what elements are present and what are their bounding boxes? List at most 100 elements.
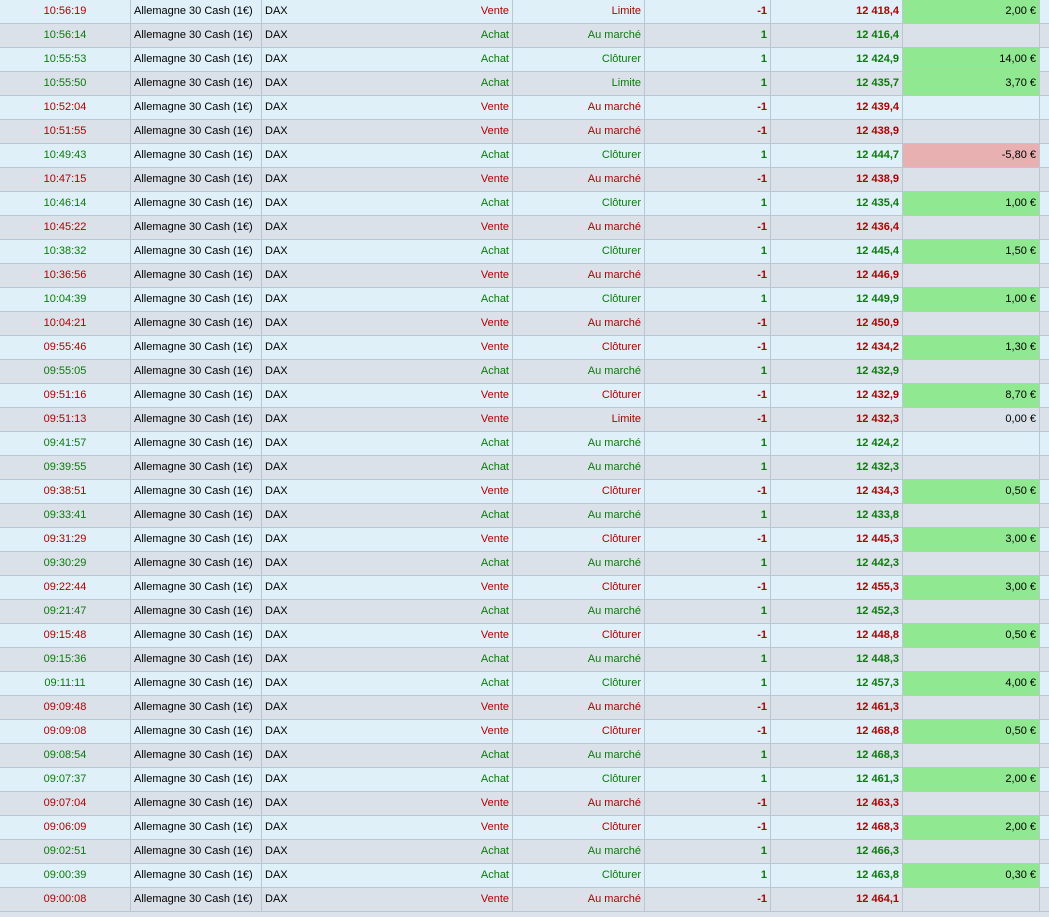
time-cell: 10:55:50 [0,72,131,95]
table-row[interactable]: 09:30:29 Allemagne 30 Cash (1€) DAX Acha… [0,552,1049,576]
empty-cell [1040,192,1049,215]
table-row[interactable]: 10:46:14 Allemagne 30 Cash (1€) DAX Acha… [0,192,1049,216]
market-label: DAX [265,29,288,41]
side-label: Achat [480,461,509,473]
table-row[interactable]: 09:07:04 Allemagne 30 Cash (1€) DAX Vent… [0,792,1049,816]
empty-cell [1040,624,1049,647]
trade-history-table: 10:56:19 Allemagne 30 Cash (1€) DAX Vent… [0,0,1049,912]
pnl-cell: 3,00 € [903,528,1040,551]
quantity-cell: 1 [645,648,771,671]
instrument-cell: Allemagne 30 Cash (1€) [131,360,262,383]
table-row[interactable]: 10:52:04 Allemagne 30 Cash (1€) DAX Vent… [0,96,1049,120]
table-row[interactable]: 10:45:22 Allemagne 30 Cash (1€) DAX Vent… [0,216,1049,240]
pnl-cell [903,696,1040,719]
side-label: Achat [480,293,509,305]
table-row[interactable]: 09:55:46 Allemagne 30 Cash (1€) DAX Vent… [0,336,1049,360]
market-label: DAX [265,797,288,809]
pnl-cell: 0,50 € [903,624,1040,647]
table-row[interactable]: 10:49:43 Allemagne 30 Cash (1€) DAX Acha… [0,144,1049,168]
market-label: DAX [265,245,288,257]
pnl-cell [903,120,1040,143]
table-row[interactable]: 09:15:36 Allemagne 30 Cash (1€) DAX Acha… [0,648,1049,672]
quantity-cell: 1 [645,432,771,455]
pnl-cell: -5,80 € [903,144,1040,167]
market-label: DAX [265,197,288,209]
table-row[interactable]: 09:06:09 Allemagne 30 Cash (1€) DAX Vent… [0,816,1049,840]
table-row[interactable]: 09:09:48 Allemagne 30 Cash (1€) DAX Vent… [0,696,1049,720]
order-type-cell: Clôturer [513,672,645,695]
table-row[interactable]: 10:47:15 Allemagne 30 Cash (1€) DAX Vent… [0,168,1049,192]
market-side-cell: DAX Achat [262,24,513,47]
table-row[interactable]: 09:09:08 Allemagne 30 Cash (1€) DAX Vent… [0,720,1049,744]
pnl-cell: 3,70 € [903,72,1040,95]
table-row[interactable]: 10:04:39 Allemagne 30 Cash (1€) DAX Acha… [0,288,1049,312]
price-cell: 12 461,3 [771,768,903,791]
table-row[interactable]: 09:38:51 Allemagne 30 Cash (1€) DAX Vent… [0,480,1049,504]
market-label: DAX [265,269,288,281]
pnl-cell [903,168,1040,191]
empty-cell [1040,696,1049,719]
empty-cell [1040,0,1049,23]
table-row[interactable]: 10:36:56 Allemagne 30 Cash (1€) DAX Vent… [0,264,1049,288]
time-cell: 09:30:29 [0,552,131,575]
empty-cell [1040,264,1049,287]
table-row[interactable]: 10:55:53 Allemagne 30 Cash (1€) DAX Acha… [0,48,1049,72]
table-row[interactable]: 09:55:05 Allemagne 30 Cash (1€) DAX Acha… [0,360,1049,384]
table-row[interactable]: 09:11:11 Allemagne 30 Cash (1€) DAX Acha… [0,672,1049,696]
market-label: DAX [265,581,288,593]
table-row[interactable]: 09:22:44 Allemagne 30 Cash (1€) DAX Vent… [0,576,1049,600]
pnl-cell [903,792,1040,815]
quantity-cell: 1 [645,672,771,695]
empty-cell [1040,768,1049,791]
table-row[interactable]: 09:51:16 Allemagne 30 Cash (1€) DAX Vent… [0,384,1049,408]
table-row[interactable]: 09:02:51 Allemagne 30 Cash (1€) DAX Acha… [0,840,1049,864]
price-cell: 12 463,8 [771,864,903,887]
market-side-cell: DAX Vente [262,480,513,503]
table-row[interactable]: 10:38:32 Allemagne 30 Cash (1€) DAX Acha… [0,240,1049,264]
market-side-cell: DAX Vente [262,96,513,119]
table-row[interactable]: 10:55:50 Allemagne 30 Cash (1€) DAX Acha… [0,72,1049,96]
table-row[interactable]: 09:51:13 Allemagne 30 Cash (1€) DAX Vent… [0,408,1049,432]
price-cell: 12 445,4 [771,240,903,263]
table-row[interactable]: 09:00:39 Allemagne 30 Cash (1€) DAX Acha… [0,864,1049,888]
table-row[interactable]: 09:08:54 Allemagne 30 Cash (1€) DAX Acha… [0,744,1049,768]
order-type-cell: Clôturer [513,576,645,599]
table-row[interactable]: 09:33:41 Allemagne 30 Cash (1€) DAX Acha… [0,504,1049,528]
time-cell: 09:08:54 [0,744,131,767]
table-row[interactable]: 09:07:37 Allemagne 30 Cash (1€) DAX Acha… [0,768,1049,792]
table-row[interactable]: 09:15:48 Allemagne 30 Cash (1€) DAX Vent… [0,624,1049,648]
table-row[interactable]: 09:41:57 Allemagne 30 Cash (1€) DAX Acha… [0,432,1049,456]
market-label: DAX [265,725,288,737]
side-label: Vente [480,581,509,593]
instrument-cell: Allemagne 30 Cash (1€) [131,24,262,47]
market-side-cell: DAX Achat [262,240,513,263]
market-label: DAX [265,317,288,329]
table-row[interactable]: 09:21:47 Allemagne 30 Cash (1€) DAX Acha… [0,600,1049,624]
price-cell: 12 432,9 [771,360,903,383]
table-row[interactable]: 09:00:08 Allemagne 30 Cash (1€) DAX Vent… [0,888,1049,912]
table-row[interactable]: 10:04:21 Allemagne 30 Cash (1€) DAX Vent… [0,312,1049,336]
instrument-cell: Allemagne 30 Cash (1€) [131,864,262,887]
side-label: Vente [480,269,509,281]
empty-cell [1040,24,1049,47]
time-cell: 10:49:43 [0,144,131,167]
order-type-cell: Au marché [513,120,645,143]
market-label: DAX [265,365,288,377]
table-row[interactable]: 10:56:19 Allemagne 30 Cash (1€) DAX Vent… [0,0,1049,24]
side-label: Achat [480,365,509,377]
pnl-cell [903,648,1040,671]
order-type-cell: Au marché [513,168,645,191]
price-cell: 12 452,3 [771,600,903,623]
table-row[interactable]: 09:39:55 Allemagne 30 Cash (1€) DAX Acha… [0,456,1049,480]
time-cell: 09:51:13 [0,408,131,431]
table-row[interactable]: 09:31:29 Allemagne 30 Cash (1€) DAX Vent… [0,528,1049,552]
side-label: Vente [480,389,509,401]
empty-cell [1040,864,1049,887]
market-side-cell: DAX Achat [262,72,513,95]
pnl-cell [903,432,1040,455]
table-row[interactable]: 10:56:14 Allemagne 30 Cash (1€) DAX Acha… [0,24,1049,48]
market-label: DAX [265,125,288,137]
side-label: Vente [480,173,509,185]
table-row[interactable]: 10:51:55 Allemagne 30 Cash (1€) DAX Vent… [0,120,1049,144]
market-side-cell: DAX Achat [262,144,513,167]
